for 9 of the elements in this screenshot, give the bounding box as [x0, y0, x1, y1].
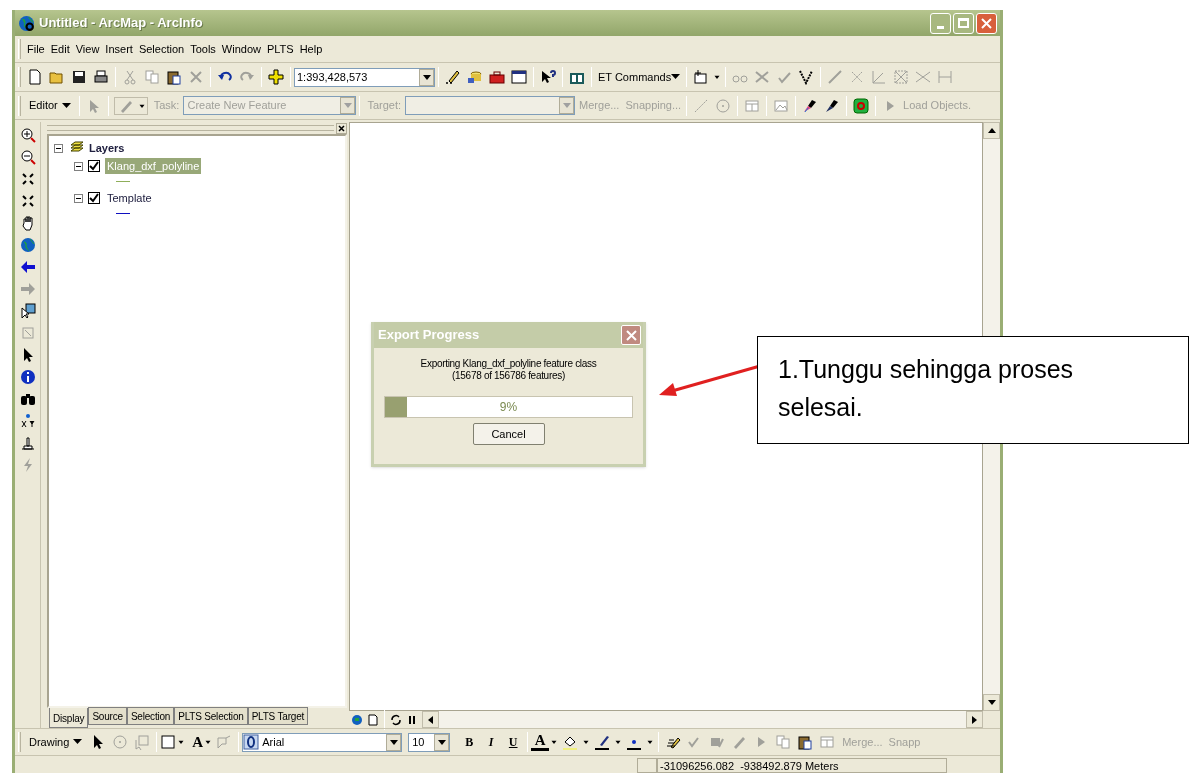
window-title: Untitled - ArcMap - ArcInfo: [39, 14, 203, 33]
progress-reading: 9%: [498, 399, 519, 416]
callout-text: 1.Tunggu sehingga proses selesai.: [778, 354, 1075, 423]
feature-count: (15678 of 156786 features): [451, 370, 566, 382]
task-label: Task:: [152, 98, 181, 114]
coordinates-display: -31096256.082 -938492.879 Meters: [657, 758, 947, 773]
target-label: Target:: [366, 98, 403, 114]
export-message: Exporting Klang_dxf_polyline feature class: [419, 358, 598, 370]
dialog-title: Export Progress: [378, 326, 480, 345]
